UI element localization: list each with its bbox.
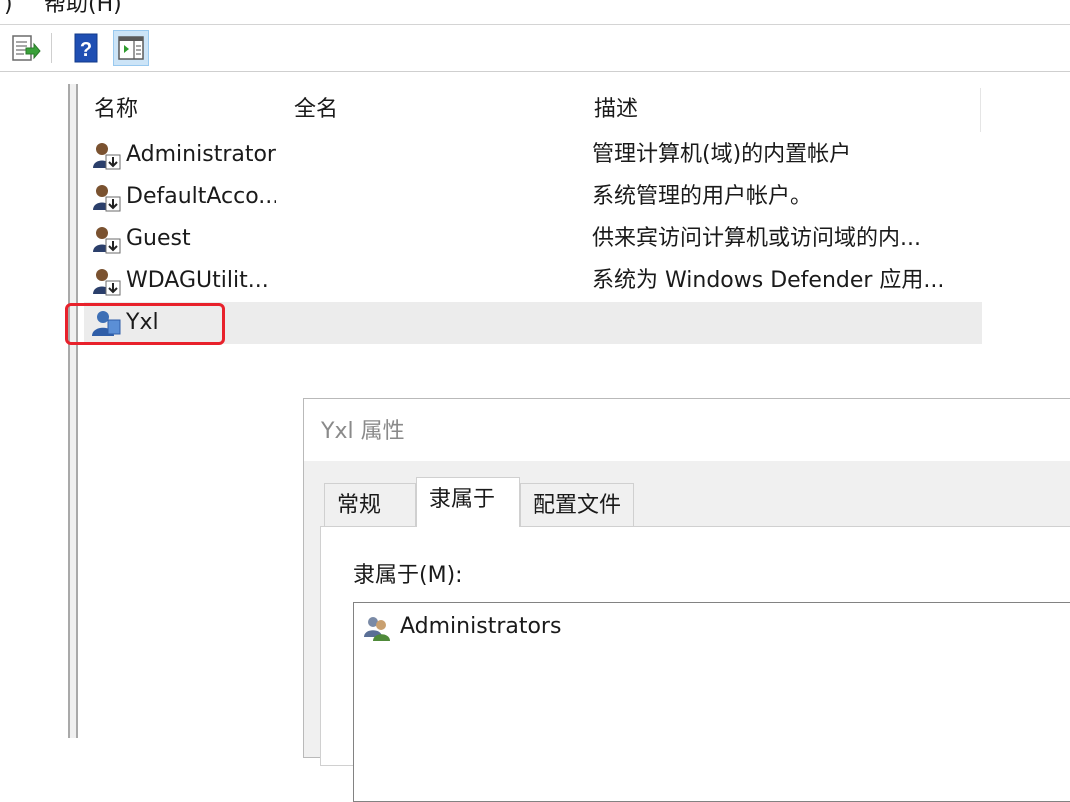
user-disabled-icon <box>93 143 121 170</box>
user-name: Guest <box>126 226 191 251</box>
dialog-title-bar[interactable]: Yxl 属性 <box>304 399 1070 461</box>
table-row[interactable]: Administrator 管理计算机(域)的内置帐户 <box>84 134 982 176</box>
dialog-title: Yxl 属性 <box>321 419 405 444</box>
column-header-fullname[interactable]: 全名 <box>280 86 580 134</box>
member-of-label: 隶属于(M): <box>353 563 463 588</box>
user-description: 管理计算机(域)的内置帐户 <box>592 142 852 167</box>
toolbar-divider <box>0 71 1070 72</box>
toolbar: ? <box>0 25 1070 71</box>
tab-profile[interactable]: 配置文件 <box>520 483 634 527</box>
console-tree-pane[interactable] <box>0 84 70 738</box>
user-name: WDAGUtilit... <box>126 268 269 293</box>
show-hide-action-pane-icon <box>118 36 144 60</box>
table-row[interactable]: DefaultAcco... 系统管理的用户帐户。 <box>84 176 982 218</box>
toolbar-separator <box>51 33 52 63</box>
table-row[interactable]: Guest 供来宾访问计算机或访问域的内... <box>84 218 982 260</box>
menu-item-help[interactable]: 帮助(H) <box>44 0 122 17</box>
user-disabled-icon <box>93 269 121 296</box>
show-action-pane-button[interactable] <box>113 30 149 66</box>
column-divider[interactable] <box>980 88 981 132</box>
group-name: Administrators <box>400 614 562 639</box>
help-icon: ? <box>74 33 98 63</box>
user-properties-dialog: Yxl 属性 常规 隶属于 配置文件 隶属于(M): Administrator… <box>303 398 1070 802</box>
highlight-annotation <box>65 303 225 345</box>
user-name: Administrator <box>126 142 276 167</box>
member-of-list[interactable]: Administrators <box>353 602 1070 802</box>
export-list-icon <box>12 35 41 61</box>
help-button[interactable]: ? <box>68 30 104 66</box>
user-name: DefaultAcco... <box>126 184 276 209</box>
tab-member-of[interactable]: 隶属于 <box>416 477 520 527</box>
menu-item-prev[interactable]: ) <box>4 0 13 17</box>
svg-text:?: ? <box>80 39 92 61</box>
column-header-name[interactable]: 名称 <box>80 86 280 134</box>
user-disabled-icon <box>93 227 121 254</box>
user-description: 系统为 Windows Defender 应用... <box>592 268 945 293</box>
table-row[interactable]: WDAGUtilit... 系统为 Windows Defender 应用... <box>84 260 982 302</box>
tab-general[interactable]: 常规 <box>324 483 416 527</box>
export-list-button[interactable] <box>6 30 42 66</box>
group-icon <box>364 617 390 641</box>
column-header-description[interactable]: 描述 <box>580 86 980 134</box>
member-of-panel: 隶属于(M): Administrators <box>320 526 1070 802</box>
user-description: 供来宾访问计算机或访问域的内... <box>592 226 921 251</box>
menu-bar: ) 帮助(H) <box>0 0 1070 24</box>
user-disabled-icon <box>93 185 121 212</box>
user-description: 系统管理的用户帐户。 <box>592 184 813 209</box>
